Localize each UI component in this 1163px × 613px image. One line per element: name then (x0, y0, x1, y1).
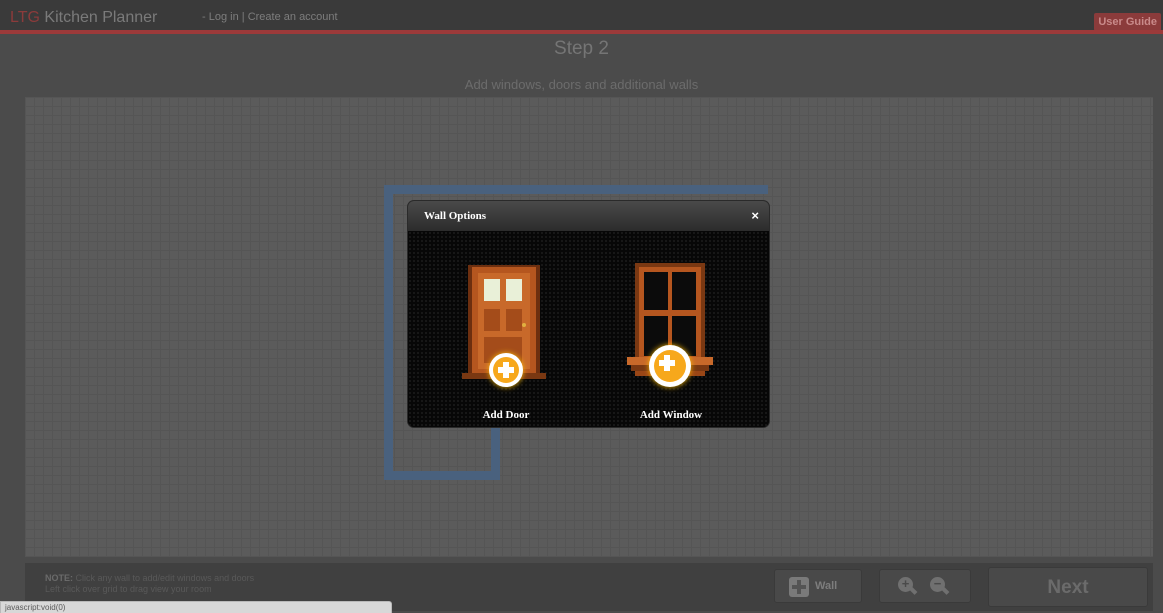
add-wall-button[interactable]: Wall (774, 569, 862, 603)
note-line-2: Left click over grid to drag view your r… (45, 584, 212, 594)
note-label: NOTE: (45, 573, 73, 583)
user-guide-button[interactable]: User Guide (1094, 13, 1161, 31)
close-icon[interactable]: × (751, 208, 759, 223)
step-title: Step 2 (554, 38, 609, 59)
add-door-plus-icon (489, 353, 523, 387)
zoom-in-sign: + (901, 576, 910, 591)
add-window-label: Add Window (639, 409, 703, 421)
add-wall-icon (789, 577, 809, 597)
header-divider (0, 30, 1163, 34)
dialog-header: Wall Options × (408, 201, 769, 231)
wall-bottom[interactable] (384, 471, 500, 480)
note-line-1: Click any wall to add/edit windows and d… (75, 573, 255, 583)
browser-status-bar: javascript:void(0) (0, 601, 392, 613)
wall-left[interactable] (384, 185, 393, 480)
brand-prefix: LTG (10, 9, 40, 26)
zoom-in-icon[interactable]: + (898, 576, 918, 597)
add-wall-label: Wall (815, 580, 838, 592)
login-link[interactable]: Log in (209, 11, 239, 23)
add-door-button[interactable]: Add Door (446, 245, 566, 421)
brand-name: Kitchen Planner (44, 9, 158, 26)
links-divider: | (238, 11, 248, 23)
zoom-controls: + − (879, 569, 971, 603)
wall-options-dialog: Wall Options × Add Door Add Window (408, 201, 769, 427)
add-window-button[interactable]: Add Window (611, 245, 731, 421)
add-window-plus-icon (649, 345, 691, 387)
top-bar: LTG Kitchen Planner - Log in | Create an… (0, 0, 1163, 34)
zoom-out-sign: − (933, 576, 942, 591)
dialog-body: Add Door Add Window (408, 231, 769, 427)
add-door-label: Add Door (482, 409, 530, 421)
status-url: javascript:void(0) (5, 603, 66, 612)
create-account-link[interactable]: Create an account (248, 11, 338, 23)
step-subtitle: Add windows, doors and additional walls (464, 77, 699, 92)
app-brand[interactable]: LTG Kitchen Planner (10, 9, 157, 27)
zoom-out-icon[interactable]: − (930, 576, 950, 597)
next-button[interactable]: Next (988, 567, 1148, 607)
dialog-title: Wall Options (424, 210, 487, 222)
wall-top[interactable] (384, 185, 768, 194)
help-note: NOTE: Click any wall to add/edit windows… (45, 573, 254, 595)
links-separator: - (202, 11, 209, 23)
account-links: - Log in | Create an account (202, 11, 338, 23)
